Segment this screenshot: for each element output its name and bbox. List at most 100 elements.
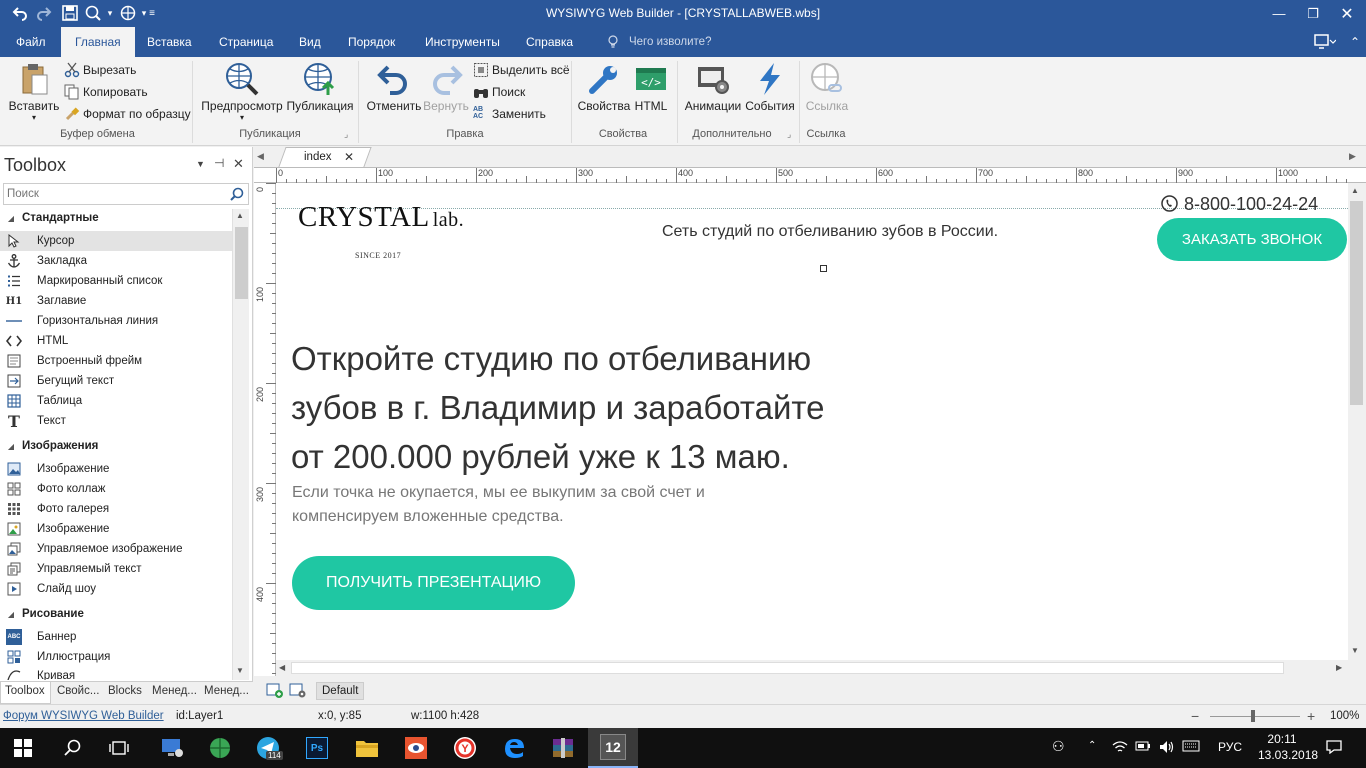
replace-button[interactable]: AB AC Заменить (473, 104, 546, 124)
preview-button[interactable]: Предпросмотр ▾ (201, 61, 283, 122)
search-icon[interactable] (58, 734, 88, 762)
properties-button[interactable]: Свойства (577, 61, 631, 113)
tool-horizontal-line[interactable]: Горизонтальная линия (0, 311, 232, 331)
tool-photo-collage[interactable]: Фото коллаж (0, 479, 232, 499)
canvas-vertical-scrollbar[interactable]: ▲ ▼ (1348, 183, 1365, 660)
tool-cursor[interactable]: Курсор (0, 231, 232, 251)
tool-image[interactable]: Изображение (0, 459, 232, 479)
scroll-thumb[interactable] (235, 227, 248, 299)
paste-button[interactable]: Вставить ▾ (6, 61, 62, 122)
display-options-icon[interactable] (1314, 27, 1337, 57)
windows-start-icon[interactable] (8, 734, 38, 762)
toolbox-scrollbar[interactable]: ▲ ▼ (232, 209, 249, 680)
photoshop-icon[interactable]: Ps (302, 734, 332, 762)
selection-handle[interactable] (820, 265, 827, 272)
cut-button[interactable]: Вырезать (64, 60, 136, 80)
battery-icon[interactable] (1135, 740, 1151, 755)
panel-tab-toolbox[interactable]: Toolbox (5, 685, 45, 697)
panel-close-icon[interactable]: ✕ (233, 156, 244, 172)
get-presentation-button[interactable]: ПОЛУЧИТЬ ПРЕЗЕНТАЦИЮ (292, 556, 575, 610)
tab-insert[interactable]: Вставка (147, 27, 192, 57)
volume-icon[interactable] (1159, 740, 1175, 757)
category-images[interactable]: ◢ Изображения (0, 436, 98, 456)
tool-image-2[interactable]: Изображение (0, 519, 232, 539)
tell-me-input[interactable]: Чего изволите? (629, 27, 711, 57)
input-language[interactable]: РУС (1218, 740, 1242, 754)
undo-button[interactable]: Отменить (365, 61, 423, 113)
telegram-icon[interactable]: 114 (253, 734, 283, 762)
find-button[interactable]: Поиск (473, 82, 525, 102)
tool-photo-gallery[interactable]: Фото галерея (0, 499, 232, 519)
tab-scroll-left-icon[interactable]: ◀ (257, 151, 264, 162)
forum-link[interactable]: Форум WYSIWYG Web Builder (3, 710, 164, 722)
html-button[interactable]: </> HTML (633, 61, 669, 113)
remote-desktop-icon[interactable] (157, 734, 187, 762)
globe-app-icon[interactable] (205, 734, 235, 762)
eye-app-icon[interactable] (401, 734, 431, 762)
keyboard-icon[interactable] (1182, 740, 1200, 755)
scroll-down-icon[interactable]: ▼ (236, 666, 244, 675)
tool-bookmark[interactable]: Закладка (0, 251, 232, 271)
people-icon[interactable]: ⚇ (1052, 738, 1065, 755)
tab-view[interactable]: Вид (299, 27, 321, 57)
tool-bullet-list[interactable]: Маркированный список (0, 271, 232, 291)
archiver-icon[interactable] (548, 734, 578, 762)
copy-button[interactable]: Копировать (64, 82, 148, 102)
select-all-button[interactable]: Выделить всё (473, 60, 570, 80)
panel-tab-blocks[interactable]: Blocks (108, 685, 142, 697)
tool-marquee[interactable]: Бегущий текст (0, 371, 232, 391)
zoom-in-button[interactable]: + (1307, 708, 1315, 724)
tool-html[interactable]: HTML (0, 331, 232, 351)
yandex-browser-icon[interactable]: Y (450, 734, 480, 762)
publish-button[interactable]: Публикация (285, 61, 355, 113)
collapse-ribbon-icon[interactable]: ⌃ (1350, 27, 1360, 57)
search-icon[interactable] (230, 187, 244, 204)
clock[interactable]: 20:11 13.03.2018 (1258, 731, 1318, 763)
scroll-left-icon[interactable]: ◀ (279, 663, 285, 672)
tool-text[interactable]: T Текст (0, 411, 232, 431)
scroll-right-icon[interactable]: ▶ (1336, 663, 1342, 672)
page-settings-icon[interactable] (289, 683, 307, 702)
tool-table[interactable]: Таблица (0, 391, 232, 411)
toolbox-search-input[interactable] (7, 186, 222, 202)
tool-managed-image[interactable]: Управляемое изображение (0, 539, 232, 559)
tab-home[interactable]: Главная (61, 27, 135, 57)
page-canvas[interactable]: CRYSTAL lab. SINCE 2017 Сеть студий по от… (276, 183, 1348, 660)
tab-page[interactable]: Страница (219, 27, 273, 57)
scroll-thumb[interactable] (291, 662, 1284, 674)
wysiwyg-taskbar-button[interactable]: 12 (588, 728, 638, 768)
tool-banner[interactable]: ABC Баннер (0, 627, 232, 647)
panel-tab-manager-2[interactable]: Менед... (204, 685, 249, 697)
panel-tab-manager-1[interactable]: Менед... (152, 685, 197, 697)
scroll-thumb[interactable] (1350, 201, 1363, 405)
format-painter-button[interactable]: Формат по образцу (64, 104, 191, 124)
tab-help[interactable]: Справка (526, 27, 573, 57)
scroll-up-icon[interactable]: ▲ (1351, 186, 1359, 195)
tool-heading[interactable]: H1 Заглавие (0, 291, 232, 311)
add-page-icon[interactable] (266, 683, 284, 702)
canvas-horizontal-scrollbar[interactable]: ◀ ▶ (276, 660, 1348, 676)
dialog-launcher-icon[interactable]: ⌟ (787, 129, 791, 140)
layer-tab-default[interactable]: Default (316, 682, 365, 700)
tray-chevron-icon[interactable]: ⌃ (1088, 740, 1096, 751)
scroll-up-icon[interactable]: ▲ (236, 211, 244, 220)
close-button[interactable]: ✕ (1324, 0, 1366, 27)
zoom-slider-track[interactable] (1210, 716, 1300, 717)
file-explorer-icon[interactable] (352, 734, 382, 762)
category-standard[interactable]: ◢ Стандартные (0, 208, 99, 228)
link-button[interactable]: Ссылка (805, 61, 849, 113)
tool-iframe[interactable]: Встроенный фрейм (0, 351, 232, 371)
task-view-icon[interactable] (104, 734, 134, 762)
notifications-icon[interactable] (1326, 740, 1342, 757)
redo-button[interactable]: Вернуть (422, 61, 470, 113)
tab-file[interactable]: Файл (16, 27, 46, 57)
tool-illustration[interactable]: Иллюстрация (0, 647, 232, 667)
zoom-out-button[interactable]: − (1191, 708, 1199, 724)
call-request-button[interactable]: ЗАКАЗАТЬ ЗВОНОК (1157, 218, 1347, 261)
zoom-slider-thumb[interactable] (1251, 710, 1255, 722)
edge-icon[interactable] (499, 734, 529, 762)
tool-curve[interactable]: Кривая (0, 667, 232, 680)
animations-button[interactable]: Анимации (683, 61, 743, 113)
category-drawing[interactable]: ◢ Рисование (0, 604, 84, 624)
tool-managed-text[interactable]: Управляемый текст (0, 559, 232, 579)
